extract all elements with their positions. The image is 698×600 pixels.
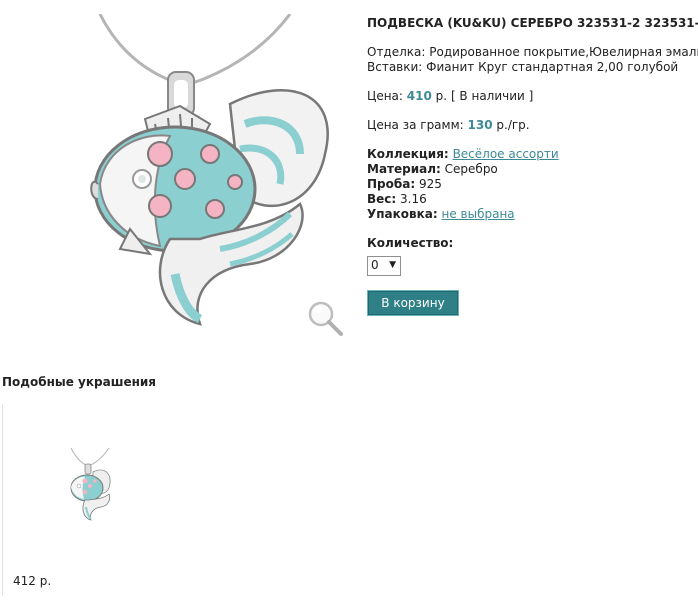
collection-label: Коллекция: xyxy=(367,147,449,161)
price-per-gram-unit: р./гр. xyxy=(496,118,530,132)
assay-value: 925 xyxy=(418,177,442,191)
product-title: ПОДВЕСКА (KU&KU) СЕРЕБРО 323531-2 323531… xyxy=(367,16,698,30)
similar-item-card[interactable]: 412 р. xyxy=(2,404,153,596)
quantity-label: Количество: xyxy=(367,236,454,250)
product-info: ПОДВЕСКА (KU&KU) СЕРЕБРО 323531-2 323531… xyxy=(367,16,698,316)
product-specs: Отделка: Родированное покрытие,Ювелирная… xyxy=(367,45,698,75)
attributes: Коллекция: Весёлое ассорти Материал: Сер… xyxy=(367,147,687,222)
availability-status: [ В наличии ] xyxy=(450,89,534,103)
price-per-gram-row: Цена за грамм: 130 р./гр. xyxy=(367,118,687,133)
product-image[interactable] xyxy=(60,13,350,336)
fish-pendant-image xyxy=(90,13,329,326)
price-label: Цена: xyxy=(367,89,403,103)
collection-link[interactable]: Весёлое ассорти xyxy=(453,147,559,161)
price-row: Цена: 410 р. [ В наличии ] xyxy=(367,89,687,104)
price-value: 410 xyxy=(406,89,432,103)
price-unit: р. xyxy=(435,89,448,103)
quantity-value: 0 xyxy=(371,258,379,272)
finish-text: Отделка: Родированное покрытие,Ювелирная… xyxy=(367,45,698,59)
chevron-down-icon: ▼ xyxy=(389,260,396,270)
quantity-select[interactable]: 0 ▼ xyxy=(367,256,401,276)
similar-item-price: 412 р. xyxy=(13,574,52,588)
zoom-icon[interactable] xyxy=(305,298,345,338)
price-per-gram-label: Цена за грамм: xyxy=(367,118,464,132)
weight-label: Вес: xyxy=(367,192,397,206)
similar-item-thumbnail[interactable] xyxy=(63,447,113,526)
inserts-text: Вставки: Фианит Круг стандартная 2,00 го… xyxy=(367,60,679,74)
assay-label: Проба: xyxy=(367,177,416,191)
packaging-label: Упаковка: xyxy=(367,207,438,221)
add-to-cart-button[interactable]: В корзину xyxy=(367,290,459,316)
price-per-gram-value: 130 xyxy=(467,118,493,132)
material-label: Материал: xyxy=(367,162,441,176)
weight-value: 3.16 xyxy=(400,192,427,206)
material-value: Серебро xyxy=(444,162,498,176)
packaging-link[interactable]: не выбрана xyxy=(442,207,515,221)
similar-heading: Подобные украшения xyxy=(2,375,157,389)
